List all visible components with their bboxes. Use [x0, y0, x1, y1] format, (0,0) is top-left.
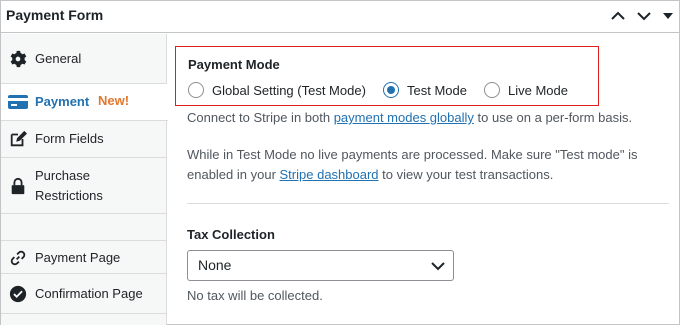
chevron-down-icon	[637, 12, 651, 21]
payment-mode-section: Payment Mode Global Setting (Test Mode) …	[175, 46, 599, 106]
text-segment: enabled in your	[187, 167, 280, 182]
sidebar-item-purchase-restrictions[interactable]: Purchase Restrictions	[1, 158, 166, 214]
radio-circle[interactable]	[383, 82, 399, 98]
move-down-button[interactable]	[633, 5, 655, 27]
caret-down-icon	[663, 13, 673, 19]
radio-live-mode[interactable]: Live Mode	[484, 82, 568, 98]
radio-global-setting[interactable]: Global Setting (Test Mode)	[188, 82, 366, 98]
stripe-dashboard-link[interactable]: Stripe dashboard	[280, 167, 379, 182]
test-mode-notice-line1: While in Test Mode no live payments are …	[187, 147, 638, 162]
sidebar-item-label: Confirmation Page	[35, 286, 143, 301]
check-circle-icon	[8, 284, 28, 304]
sidebar-item-label: General	[35, 51, 82, 66]
sidebar-item-payment-page[interactable]: Payment Page	[1, 240, 166, 274]
payment-form-panel: Payment Form General Payment New! Form F…	[0, 0, 680, 325]
payment-modes-globally-link[interactable]: payment modes globally	[334, 110, 474, 125]
radio-test-mode[interactable]: Test Mode	[383, 82, 467, 98]
text-segment: Connect to Stripe in both	[187, 110, 334, 125]
panel-title: Payment Form	[6, 7, 104, 23]
chevron-down-icon	[431, 262, 445, 271]
radio-label: Test Mode	[407, 82, 467, 98]
section-divider	[187, 203, 669, 204]
sidebar-item-form-fields[interactable]: Form Fields	[1, 121, 166, 158]
toggle-panel-button[interactable]	[657, 5, 679, 27]
sidebar-item-payment[interactable]: Payment New!	[1, 84, 168, 121]
credit-card-icon	[8, 92, 28, 112]
link-icon	[8, 248, 28, 268]
sidebar-item-label: Form Fields	[35, 131, 104, 146]
tax-collection-select[interactable]: None	[187, 250, 454, 281]
connect-stripe-text: Connect to Stripe in both payment modes …	[187, 108, 632, 128]
radio-label: Global Setting (Test Mode)	[212, 82, 366, 98]
radio-label: Live Mode	[508, 82, 568, 98]
panel-header: Payment Form	[1, 1, 679, 33]
sidebar-item-label: Payment Page	[35, 250, 121, 265]
test-mode-notice-line2: enabled in your Stripe dashboard to view…	[187, 165, 553, 185]
payment-settings-content: Payment Mode Global Setting (Test Mode) …	[167, 34, 679, 325]
sidebar-item-confirmation-page[interactable]: Confirmation Page	[1, 274, 166, 314]
tax-help-text: No tax will be collected.	[187, 288, 323, 303]
payment-mode-title: Payment Mode	[188, 57, 280, 72]
lock-icon	[8, 176, 28, 196]
sidebar-item-general[interactable]: General	[1, 34, 166, 84]
radio-circle[interactable]	[188, 82, 204, 98]
move-up-button[interactable]	[607, 5, 629, 27]
chevron-up-icon	[611, 11, 625, 20]
new-badge: New!	[98, 93, 130, 108]
select-value: None	[198, 257, 232, 273]
radio-circle[interactable]	[484, 82, 500, 98]
gear-icon	[8, 49, 28, 69]
sidebar-item-label-line1: Purchase	[35, 168, 90, 183]
text-segment: to view your test transactions.	[378, 167, 554, 182]
tax-collection-label: Tax Collection	[187, 227, 275, 242]
text-segment: to use on a per-form basis.	[473, 110, 633, 125]
sidebar-item-label: Payment	[35, 94, 90, 109]
edit-icon	[8, 129, 28, 149]
sidebar-item-label-line2: Restrictions	[35, 188, 103, 203]
settings-sidebar: General Payment New! Form Fields Purchas…	[1, 34, 168, 325]
